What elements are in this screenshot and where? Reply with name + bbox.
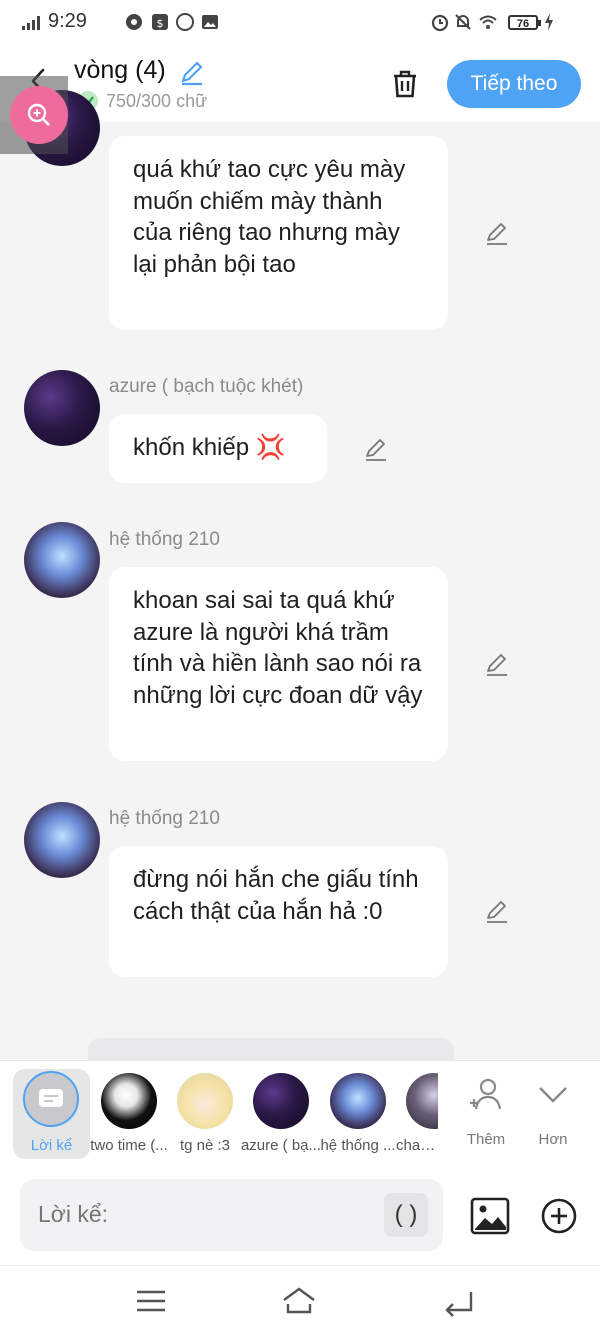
- plus-circle-icon[interactable]: [539, 1196, 579, 1236]
- zoom-button[interactable]: [10, 86, 68, 144]
- character-two-time[interactable]: two time (...: [86, 1069, 172, 1154]
- character-tg[interactable]: tg nè :3: [162, 1069, 248, 1154]
- avatar: [253, 1073, 309, 1129]
- avatar: [177, 1073, 233, 1129]
- add-character-label[interactable]: Thêm: [460, 1131, 512, 1148]
- signal-icon: [22, 16, 40, 30]
- svg-text:$: $: [157, 17, 164, 30]
- sender-name: azure ( bạch tuộc khét): [109, 376, 304, 397]
- edit-message-pencil-icon[interactable]: [484, 220, 510, 246]
- home-icon[interactable]: [282, 1284, 316, 1318]
- add-character-icon[interactable]: [466, 1075, 506, 1115]
- back-nav-icon[interactable]: [441, 1284, 475, 1318]
- char-count: 750/300 chữ: [106, 91, 208, 111]
- wifi-icon: [479, 15, 497, 29]
- avatar[interactable]: [24, 370, 100, 446]
- character-name: azure ( bạ...: [240, 1137, 322, 1154]
- avatar: [330, 1073, 386, 1129]
- character-chanc[interactable]: chanc...: [392, 1069, 438, 1154]
- chevron-down-icon[interactable]: [533, 1075, 573, 1115]
- narration-icon[interactable]: [23, 1071, 79, 1127]
- sync-icon: [126, 14, 142, 30]
- avatar: [406, 1073, 438, 1129]
- message-bubble[interactable]: khoan sai sai ta quá khứ azure là người …: [109, 567, 448, 761]
- navigation-bar: [0, 1265, 600, 1334]
- composer[interactable]: ( ): [20, 1179, 443, 1251]
- parentheses-button[interactable]: ( ): [384, 1193, 428, 1237]
- narration-input[interactable]: [38, 1201, 378, 1228]
- page-title: vòng (4): [74, 56, 166, 84]
- character-name: hệ thống ...: [320, 1137, 396, 1154]
- avatar: [101, 1073, 157, 1129]
- charging-icon: [545, 13, 553, 31]
- status-time: 9:29: [48, 10, 87, 32]
- more-label[interactable]: Hơn: [528, 1131, 578, 1148]
- next-button[interactable]: Tiếp theo: [447, 60, 581, 108]
- app-icon: [176, 13, 194, 31]
- zoom-in-icon: [27, 103, 50, 126]
- edit-message-pencil-icon[interactable]: [363, 436, 389, 462]
- edit-message-pencil-icon[interactable]: [484, 651, 510, 677]
- character-azure[interactable]: azure ( bạ...: [238, 1069, 324, 1154]
- message-bubble[interactable]: quá khứ tao cực yêu mày muốn chiếm mày t…: [109, 136, 448, 330]
- edit-message-pencil-icon[interactable]: [484, 898, 510, 924]
- avatar[interactable]: [24, 802, 100, 878]
- mute-icon: [455, 14, 471, 30]
- battery-icon: 76: [508, 15, 538, 30]
- edit-title-pencil-icon[interactable]: [178, 58, 206, 86]
- sender-name: hệ thống 210: [109, 808, 220, 829]
- character-name: chanc...: [396, 1137, 438, 1154]
- message-bubble[interactable]: khốn khiếp 💢: [109, 414, 327, 483]
- status-bar: 9:29 $ 76: [0, 0, 600, 46]
- gallery-icon: [202, 15, 218, 29]
- avatar[interactable]: [24, 522, 100, 598]
- trash-icon[interactable]: [388, 66, 422, 100]
- menu-icon[interactable]: [134, 1284, 168, 1318]
- alarm-icon: [431, 14, 449, 32]
- character-he-thong[interactable]: hệ thống ...: [315, 1069, 401, 1154]
- narration-label: Lời kể: [30, 1137, 73, 1154]
- message-bubble[interactable]: đừng nói hắn che giấu tính cách thật của…: [109, 846, 448, 977]
- character-name: two time (...: [90, 1137, 168, 1154]
- battery-tip: [538, 20, 541, 26]
- shop-icon: $: [152, 14, 168, 30]
- character-name: tg nè :3: [179, 1137, 231, 1154]
- sender-name: hệ thống 210: [109, 529, 220, 550]
- image-icon[interactable]: [470, 1197, 510, 1235]
